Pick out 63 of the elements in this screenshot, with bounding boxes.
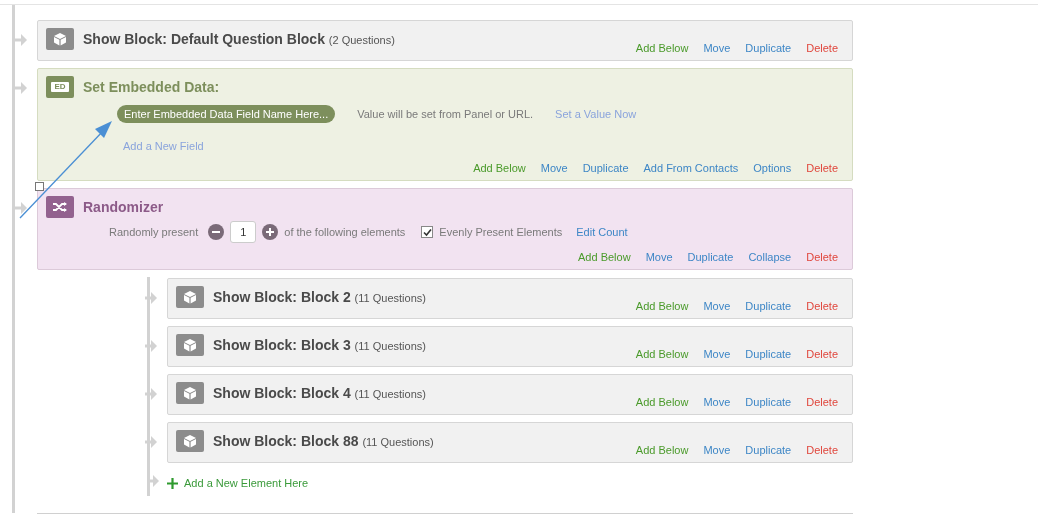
block-title: Show Block: Block 3 (11 Questions) — [213, 337, 426, 353]
action-link[interactable]: Delete — [806, 348, 838, 360]
action-link[interactable]: Delete — [806, 162, 838, 174]
action-link[interactable]: Add Below — [635, 300, 689, 312]
add-element-link-text[interactable]: Add a New Element Here — [184, 477, 309, 489]
embedded-data-title: Set Embedded Data: — [83, 79, 220, 95]
action-link[interactable]: Delete — [806, 444, 838, 456]
plus-icon[interactable] — [167, 477, 178, 489]
action-link[interactable]: Delete — [806, 251, 838, 263]
action-link[interactable]: Add Below — [635, 348, 689, 360]
action-link[interactable]: Duplicate — [745, 300, 792, 312]
edit-count-link[interactable]: Edit Count — [576, 226, 628, 238]
cube-icon — [176, 334, 204, 356]
randomizer-title: Randomizer — [83, 199, 164, 215]
evenly-label: Evenly Present Elements — [439, 226, 563, 238]
cube-icon — [176, 286, 204, 308]
plus-icon[interactable] — [262, 224, 279, 240]
action-link[interactable]: Duplicate — [582, 162, 629, 174]
action-link[interactable]: Move — [703, 42, 731, 54]
evenly-checkbox[interactable] — [421, 226, 434, 238]
action-link[interactable]: Duplicate — [745, 348, 792, 360]
action-link[interactable]: Options — [753, 162, 792, 174]
value-note: Value will be set from Panel or URL. — [357, 108, 534, 120]
action-link[interactable]: Move — [645, 251, 673, 263]
cube-icon — [176, 430, 204, 452]
action-link[interactable]: Duplicate — [687, 251, 734, 263]
connector-arrow-icon — [15, 200, 28, 216]
action-link[interactable]: Move — [703, 348, 731, 360]
action-link[interactable]: Duplicate — [745, 42, 792, 54]
action-link[interactable]: Add From Contacts — [643, 162, 739, 174]
following-elements-label: of the following elements — [284, 226, 406, 238]
minus-icon[interactable] — [208, 224, 225, 240]
action-link[interactable]: Add Below — [635, 396, 689, 408]
add-field-link[interactable]: Add a New Field — [123, 140, 204, 152]
connector-arrow-icon — [15, 32, 28, 48]
action-link[interactable]: Move — [703, 396, 731, 408]
action-link[interactable]: Add Below — [635, 444, 689, 456]
cube-icon — [46, 28, 74, 50]
action-link[interactable]: Move — [540, 162, 568, 174]
randomly-present-label: Randomly present — [109, 226, 199, 238]
action-link[interactable]: Add Below — [635, 42, 689, 54]
action-link[interactable]: Add Below — [473, 162, 526, 174]
action-link[interactable]: Duplicate — [745, 444, 792, 456]
action-link[interactable]: Move — [703, 300, 731, 312]
shuffle-icon — [46, 196, 74, 218]
block-title: Show Block: Block 4 (11 Questions) — [213, 385, 426, 401]
action-link[interactable]: Add Below — [578, 251, 631, 263]
action-link[interactable]: Delete — [806, 300, 838, 312]
connector-arrow-icon — [15, 80, 28, 96]
block-title: Show Block: Block 2 (11 Questions) — [213, 289, 426, 305]
embedded-data-icon: ED — [46, 76, 74, 98]
set-value-link[interactable]: Set a Value Now — [555, 108, 637, 120]
action-link[interactable]: Collapse — [748, 251, 792, 263]
cube-icon — [176, 382, 204, 404]
action-link[interactable]: Duplicate — [745, 396, 792, 408]
collapse-icon[interactable] — [35, 182, 44, 191]
field-name-field[interactable]: Enter Embedded Data Field Name Here... — [117, 105, 336, 123]
action-link[interactable]: Delete — [806, 42, 838, 54]
action-link[interactable]: Move — [703, 444, 731, 456]
count-field[interactable]: 1 — [230, 221, 257, 243]
block-title: Show Block: Block 88 (11 Questions) — [213, 433, 434, 449]
action-link[interactable]: Delete — [806, 396, 838, 408]
block-title: Show Block: Default Question Block (2 Questions) — [83, 31, 395, 47]
